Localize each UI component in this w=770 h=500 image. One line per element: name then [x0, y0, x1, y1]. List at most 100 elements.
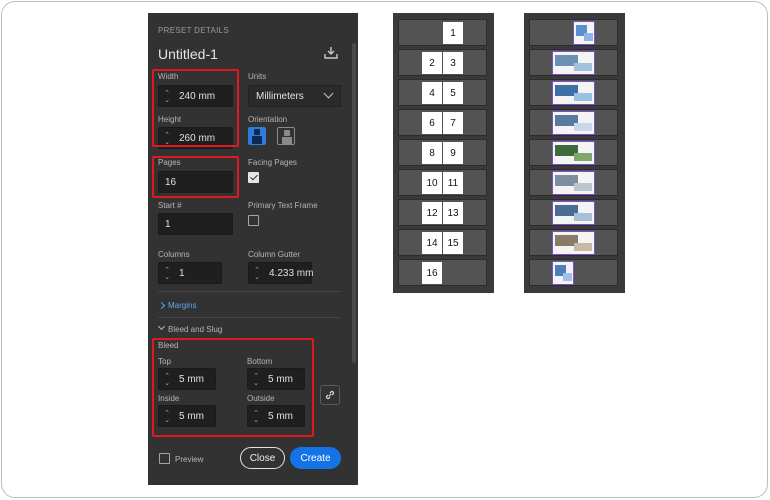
spread-row[interactable]: 45	[398, 79, 487, 106]
inside-label: Inside	[158, 394, 180, 403]
create-button[interactable]: Create	[290, 447, 341, 469]
bleed-top-field[interactable]: ⌃ ⌄ 5 mm	[158, 368, 216, 390]
spread-row[interactable]	[529, 79, 618, 106]
photo-block	[573, 153, 592, 161]
spread-row[interactable]	[529, 259, 618, 286]
page-preview-thumbnail[interactable]	[552, 51, 595, 75]
spread-row[interactable]	[529, 109, 618, 136]
photo-block	[573, 123, 592, 131]
page-preview-thumbnail[interactable]	[573, 21, 595, 45]
spread-row[interactable]	[529, 199, 618, 226]
start-field[interactable]: 1	[158, 213, 233, 235]
spread-row[interactable]	[529, 19, 618, 46]
page-thumbnail[interactable]: 10	[422, 172, 442, 194]
pages-panel-thumbnails	[524, 13, 625, 293]
columns-field[interactable]: ⌃ ⌄ 1	[158, 262, 222, 284]
height-stepper[interactable]: ⌃ ⌄	[159, 128, 175, 150]
orientation-label: Orientation	[248, 115, 288, 124]
page-preview-thumbnail[interactable]	[552, 81, 595, 105]
spread-row[interactable]: 23	[398, 49, 487, 76]
page-thumbnail[interactable]: 6	[422, 112, 442, 134]
start-label: Start #	[158, 201, 182, 210]
bleed-inside-stepper[interactable]: ⌃ ⌄	[159, 406, 175, 428]
photo-block	[573, 63, 592, 71]
page-thumbnail[interactable]: 15	[443, 232, 463, 254]
pages-field[interactable]: 16	[158, 171, 233, 193]
page-thumbnail[interactable]: 2	[422, 52, 442, 74]
page-preview-thumbnail[interactable]	[552, 231, 595, 255]
close-button[interactable]: Close	[240, 447, 285, 469]
page-thumbnail[interactable]: 16	[422, 262, 442, 284]
spread-row[interactable]: 16	[398, 259, 487, 286]
column-gutter-field[interactable]: ⌃ ⌄ 4.233 mm	[248, 262, 313, 285]
photo-block	[573, 243, 592, 251]
page-thumbnail[interactable]: 13	[443, 202, 463, 224]
bleed-bottom-stepper[interactable]: ⌃ ⌄	[248, 369, 264, 391]
document-title[interactable]: Untitled-1	[158, 46, 218, 62]
page-thumbnail[interactable]: 9	[443, 142, 463, 164]
bleed-slug-toggle[interactable]: Bleed and Slug	[168, 325, 222, 334]
page-preview-thumbnail[interactable]	[552, 171, 595, 195]
page-preview-thumbnail[interactable]	[552, 111, 595, 135]
chevron-down-icon	[323, 88, 334, 99]
margins-toggle[interactable]: Margins	[168, 301, 196, 310]
chevron-down-icon[interactable]	[157, 322, 166, 331]
width-stepper[interactable]: ⌃ ⌄	[159, 86, 175, 108]
page-thumbnail[interactable]: 5	[443, 82, 463, 104]
page-preview-thumbnail[interactable]	[552, 261, 574, 285]
height-field[interactable]: ⌃ ⌄ 260 mm	[158, 127, 233, 149]
divider	[158, 317, 341, 318]
preview-checkbox[interactable]	[159, 453, 170, 464]
spread-row[interactable]: 67	[398, 109, 487, 136]
spread-row[interactable]	[529, 169, 618, 196]
width-field[interactable]: ⌃ ⌄ 240 mm	[158, 85, 233, 107]
bleed-inside-field[interactable]: ⌃ ⌄ 5 mm	[158, 405, 216, 427]
bleed-top-stepper[interactable]: ⌃ ⌄	[159, 369, 175, 391]
spread-row[interactable]	[529, 229, 618, 256]
page-thumbnail[interactable]: 12	[422, 202, 442, 224]
chain-link-icon	[325, 390, 335, 400]
panel-scrollbar[interactable]	[352, 43, 356, 363]
units-dropdown[interactable]: Millimeters	[248, 85, 341, 107]
page-thumbnail[interactable]: 8	[422, 142, 442, 164]
primary-text-frame-checkbox[interactable]	[248, 215, 259, 226]
save-preset-icon[interactable]	[324, 46, 338, 59]
page-thumbnail[interactable]: 7	[443, 112, 463, 134]
link-bleed-button[interactable]	[320, 385, 340, 405]
page-preview-thumbnail[interactable]	[552, 201, 595, 225]
column-gutter-stepper[interactable]: ⌃ ⌄	[249, 263, 265, 285]
bleed-outside-field[interactable]: ⌃ ⌄ 5 mm	[247, 405, 305, 427]
page-preview-thumbnail[interactable]	[552, 141, 595, 165]
column-gutter-label: Column Gutter	[248, 250, 301, 259]
page-thumbnail[interactable]: 11	[443, 172, 463, 194]
bleed-outside-stepper[interactable]: ⌃ ⌄	[248, 406, 264, 428]
divider	[158, 291, 341, 292]
page-thumbnail[interactable]: 1	[443, 22, 463, 44]
spread-row[interactable]	[529, 49, 618, 76]
preset-details-panel: PRESET DETAILS Untitled-1 Width ⌃ ⌄ 240 m…	[148, 13, 358, 485]
bottom-label: Bottom	[247, 357, 273, 366]
screenshot-frame	[1, 1, 768, 498]
columns-stepper[interactable]: ⌃ ⌄	[159, 263, 175, 285]
spread-row[interactable]: 10 11	[398, 169, 487, 196]
bleed-bottom-field[interactable]: ⌃ ⌄ 5 mm	[247, 368, 305, 390]
section-title: PRESET DETAILS	[158, 26, 230, 35]
spread-row[interactable]: 89	[398, 139, 487, 166]
portrait-orientation-icon[interactable]	[248, 127, 266, 145]
facing-pages-checkbox[interactable]	[248, 172, 259, 183]
height-label: Height	[158, 115, 182, 124]
page-thumbnail[interactable]: 4	[422, 82, 442, 104]
spread-row[interactable]: 14 15	[398, 229, 487, 256]
spread-row[interactable]: 12 13	[398, 199, 487, 226]
chevron-right-icon[interactable]	[157, 301, 166, 310]
spread-row[interactable]	[529, 139, 618, 166]
pages-label: Pages	[158, 158, 181, 167]
page-thumbnail[interactable]: 14	[422, 232, 442, 254]
spread-row[interactable]: 1	[398, 19, 487, 46]
preview-label: Preview	[175, 455, 204, 464]
page-thumbnail[interactable]: 3	[443, 52, 463, 74]
bleed-heading: Bleed	[158, 341, 179, 350]
units-label: Units	[248, 72, 267, 81]
units-value: Millimeters	[256, 90, 304, 102]
landscape-orientation-icon[interactable]	[277, 127, 295, 145]
